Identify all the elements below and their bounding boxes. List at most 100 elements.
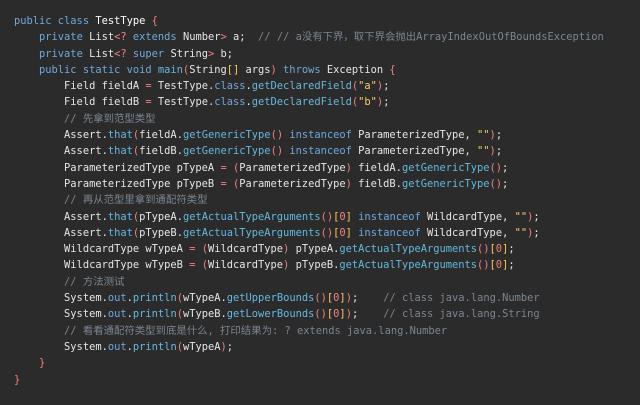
code-token-operator: = bbox=[182, 243, 202, 256]
code-token-method: getDeclaredField bbox=[251, 96, 352, 109]
code-token-keyword: extends bbox=[132, 31, 183, 44]
code-token-type: ParameterizedType bbox=[239, 161, 346, 174]
code-token-type: WildcardType bbox=[427, 226, 503, 239]
code-token-type: WildcardType bbox=[207, 259, 284, 272]
code-token-operator: = bbox=[139, 80, 158, 93]
code-token-punct: ; bbox=[508, 243, 515, 256]
code-token-punct: ; bbox=[351, 292, 384, 305]
code-token-string: "" bbox=[514, 210, 528, 223]
code-token-method: getGenericType bbox=[401, 161, 490, 174]
code-token-punct: ; bbox=[533, 210, 540, 223]
code-token-comment: // class java.lang.String bbox=[383, 308, 540, 321]
code-token-operator: = bbox=[214, 177, 233, 190]
code-token-keyword: instanceof bbox=[351, 226, 427, 239]
code-token-keyword: instanceof bbox=[283, 145, 359, 158]
code-token-method: getActualTypeArguments bbox=[182, 210, 321, 223]
code-token-keyword: super bbox=[132, 47, 171, 60]
code-token-bracket: [] bbox=[226, 63, 240, 76]
code-token-type: Field bbox=[64, 96, 102, 109]
code-token-type: Number bbox=[182, 31, 221, 44]
code-line: ParameterizedType pTypeA = (Parameterize… bbox=[14, 160, 640, 176]
code-token-type: WildcardType bbox=[64, 259, 146, 272]
code-token-paren: () bbox=[489, 161, 503, 174]
code-token-punct: , bbox=[502, 226, 515, 239]
code-token-operator: = bbox=[214, 161, 233, 174]
code-token-type: TestType bbox=[157, 96, 208, 109]
code-token-operator: <? bbox=[114, 47, 133, 60]
code-token-punct: , bbox=[464, 145, 478, 158]
code-token-paren: () bbox=[314, 308, 327, 321]
code-token-keyword: public class bbox=[14, 15, 96, 27]
code-token-ident: wTypeA bbox=[145, 243, 183, 256]
code-token-keyword: instanceof bbox=[351, 210, 427, 223]
code-token-method: getDeclaredField bbox=[251, 80, 352, 93]
code-token-method: that bbox=[107, 210, 133, 223]
code-line: // 看看通配符类型到底是什么, 打印结果为: ? extends java.l… bbox=[14, 323, 640, 339]
code-block: public class TestType { private List<? e… bbox=[14, 13, 640, 388]
code-line: } bbox=[14, 372, 640, 388]
code-token-comment: // 先拿到范型类型 bbox=[64, 112, 156, 125]
code-token-method: that bbox=[107, 145, 133, 158]
code-token-ident: args bbox=[239, 63, 271, 76]
code-line: public static void main(String[] args) t… bbox=[14, 62, 640, 78]
code-token-method: getActualTypeArguments bbox=[339, 243, 478, 256]
code-token-type: ParameterizedType bbox=[358, 129, 465, 142]
code-token-brace: } bbox=[39, 357, 46, 370]
code-token-paren: () bbox=[477, 259, 490, 272]
code-token-comment: // class java.lang.Number bbox=[383, 292, 540, 305]
code-token-keyword: private bbox=[39, 47, 90, 60]
code-token-keyword: instanceof bbox=[283, 129, 359, 142]
code-token-punct: ; bbox=[351, 308, 384, 321]
code-token-class: TestType bbox=[95, 15, 146, 27]
code-token-keyword: throws bbox=[276, 63, 327, 76]
code-token-method: getActualTypeArguments bbox=[182, 226, 321, 239]
code-token-ident: wTypeA bbox=[182, 292, 221, 305]
code-token-keyword: private bbox=[39, 31, 90, 44]
code-token-type: TestType bbox=[157, 80, 208, 93]
code-token-type: ParameterizedType bbox=[358, 145, 465, 158]
code-token-type: System bbox=[64, 308, 102, 321]
code-token-ident: pTypeB bbox=[139, 226, 177, 239]
code-token-type: Exception bbox=[326, 63, 384, 76]
code-editor[interactable]: public class TestType { private List<? e… bbox=[0, 0, 640, 405]
code-token-ident: fieldB bbox=[101, 96, 140, 109]
code-token-keyword: public static void bbox=[39, 63, 158, 76]
code-token-punct: ; bbox=[383, 80, 390, 93]
code-line: System.out.println(wTypeA.getUpperBounds… bbox=[14, 290, 640, 306]
code-line: Assert.that(fieldB.getGenericType() inst… bbox=[14, 143, 640, 159]
code-token-paren: () bbox=[270, 145, 284, 158]
code-token-method: getActualTypeArguments bbox=[339, 259, 478, 272]
code-token-keyword: class bbox=[214, 96, 246, 109]
code-token-method: getUpperBounds bbox=[226, 292, 315, 305]
code-line: Assert.that(fieldA.getGenericType() inst… bbox=[14, 127, 640, 143]
code-token-type: WildcardType bbox=[207, 243, 284, 256]
code-line: Field fieldB = TestType.class.getDeclare… bbox=[14, 94, 640, 110]
code-token-ident: wTypeB bbox=[182, 308, 221, 321]
code-token-operator: = bbox=[182, 259, 202, 272]
code-token-string: "a" bbox=[358, 80, 377, 93]
code-token-method: getLowerBounds bbox=[226, 308, 315, 321]
code-token-punct: ; bbox=[495, 129, 503, 142]
code-token-comment: // 看看通配符类型到底是什么, 打印结果为: ? extends java.l… bbox=[64, 324, 448, 337]
code-token-type: Assert bbox=[64, 129, 102, 142]
code-token-static: out bbox=[107, 340, 127, 353]
code-token-punct: ; bbox=[383, 96, 390, 109]
code-token-punct: ; bbox=[502, 161, 509, 174]
code-line: Field fieldA = TestType.class.getDeclare… bbox=[14, 78, 640, 94]
code-token-paren: () bbox=[320, 226, 334, 239]
code-token-type: ParameterizedType bbox=[64, 161, 177, 174]
code-token-type: ParameterizedType bbox=[64, 177, 177, 190]
code-token-ident: pTypeA bbox=[176, 161, 215, 174]
code-token-ident: wTypeB bbox=[145, 259, 183, 272]
code-token-method: println bbox=[132, 292, 177, 305]
code-token-operator: > bbox=[207, 47, 221, 60]
